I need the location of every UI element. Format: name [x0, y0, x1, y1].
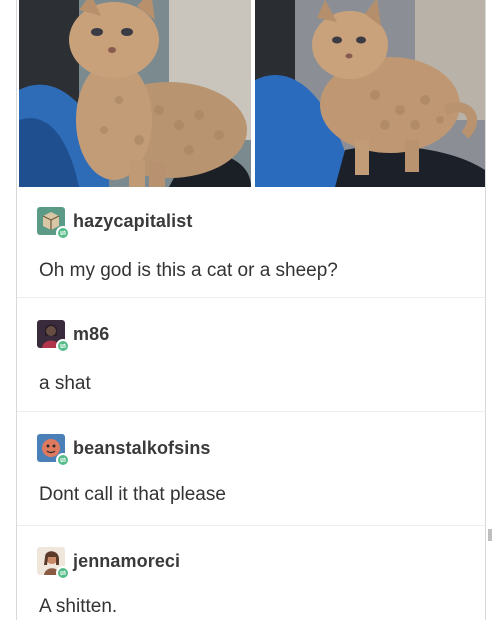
curly-kitten-photo-left[interactable]	[19, 0, 251, 187]
divider	[17, 525, 485, 526]
avatar[interactable]	[37, 547, 70, 580]
curly-kitten-photo-right[interactable]	[255, 0, 485, 187]
photo-set	[17, 0, 485, 187]
divider	[17, 297, 485, 298]
reply-text: Oh my god is this a cat or a sheep?	[39, 260, 338, 281]
reblog-icon	[56, 566, 70, 580]
reblog-icon	[56, 226, 70, 240]
tumblr-post: hazycapitalist Oh my god is this a cat o…	[16, 0, 486, 620]
reply-header: hazycapitalist	[37, 204, 192, 240]
username[interactable]: m86	[73, 324, 109, 345]
username[interactable]: jennamoreci	[73, 551, 180, 572]
avatar[interactable]	[37, 207, 70, 240]
divider	[17, 411, 485, 412]
reply-text: A shitten.	[39, 596, 118, 617]
reply-header: m86	[37, 317, 109, 353]
reply-header: beanstalkofsins	[37, 431, 211, 467]
reply-text: a shat	[39, 373, 91, 394]
scrollbar-thumb[interactable]	[488, 529, 492, 541]
reply-header: jennamoreci	[37, 544, 180, 580]
avatar[interactable]	[37, 320, 70, 353]
username[interactable]: beanstalkofsins	[73, 438, 211, 459]
avatar[interactable]	[37, 434, 70, 467]
reblog-icon	[56, 339, 70, 353]
reply-text: Dont call it that please	[39, 484, 226, 505]
username[interactable]: hazycapitalist	[73, 211, 192, 232]
reblog-icon	[56, 453, 70, 467]
